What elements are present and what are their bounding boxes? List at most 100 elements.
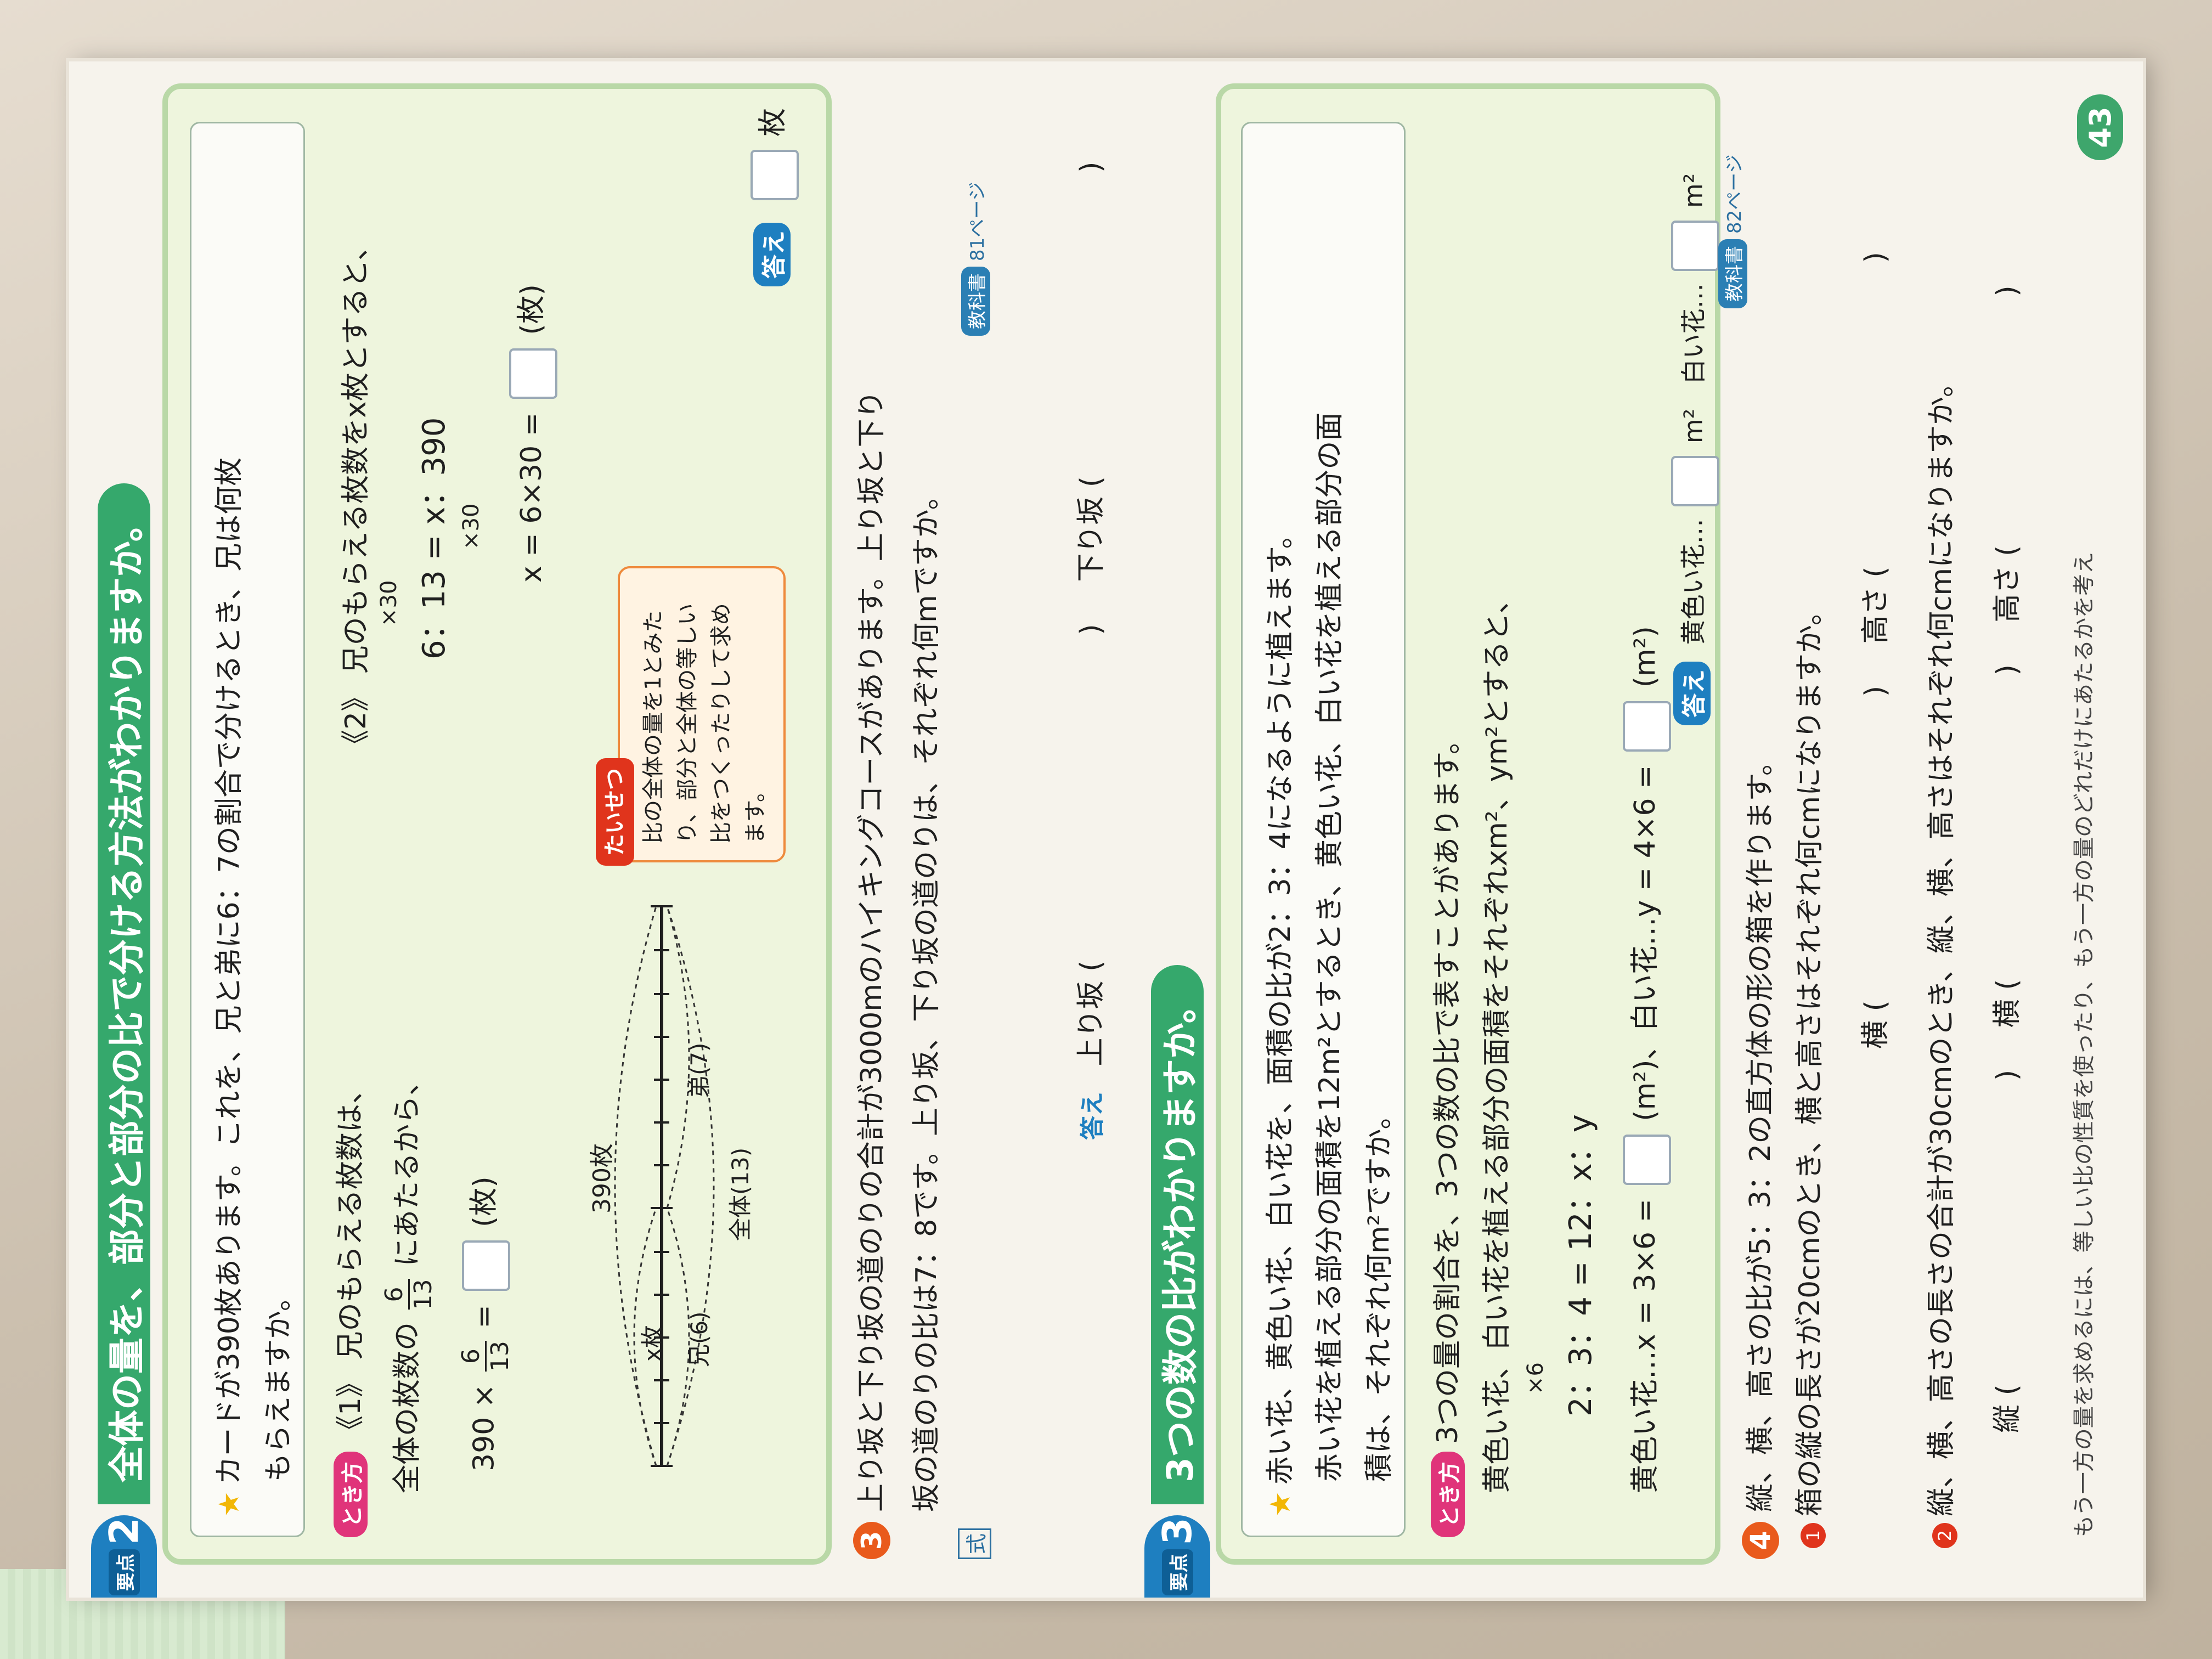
answer-unit: 枚 — [757, 108, 789, 137]
section3-method-line2: 黄色い花、白い花を植える部分の面積をそれぞれxm²、ym²とすると、 — [1481, 585, 1514, 1493]
q4-part1: 箱の縦の長さが20cmのとき、横と高さはそれぞれ何cmになりますか。 — [1793, 597, 1826, 1516]
q4-number: 4 — [1742, 1522, 1779, 1559]
q4-part2-answer-row: 縦 ( ) 横 ( ) 高さ ( ) — [1984, 285, 2025, 1433]
method1-calc-a: 390 × — [467, 1384, 501, 1471]
fraction-6-13: 6 13 — [380, 1279, 437, 1310]
method1-label-row: とき方 《1》 兄のもらえる枚数は、 — [327, 1075, 368, 1537]
q3-line1-row: 3 上り坂と下り坂の道のりの合計が3000mのハイキングコースがあります。上り坂と… — [848, 390, 890, 1559]
section3-equation: 2：3：4 = 12：x：y — [1563, 1114, 1599, 1417]
section2-number: 2 — [101, 1517, 147, 1545]
paren-close: ) — [1991, 285, 2024, 297]
paren-open: ( — [1991, 1384, 2024, 1396]
shiki-label: 式 — [958, 1528, 991, 1559]
q4-part2: 縦、横、高さの長さの合計が30cmのとき、縦、横、高さはそれぞれ何cmになります… — [1925, 369, 1958, 1516]
page-number: 43 — [2077, 94, 2123, 160]
takasa-label: 高さ — [1859, 586, 1892, 644]
method1-label: 《1》 兄のもらえる枚数は、 — [334, 1075, 367, 1444]
paren-open: ( — [1991, 979, 2024, 990]
section3-number: 3 — [1154, 1517, 1200, 1545]
answer-blank[interactable] — [1623, 701, 1671, 752]
takasa-label: 高さ — [1991, 565, 2024, 623]
diagram-otouto: 弟(7) — [686, 1042, 713, 1099]
method1-unit: (枚) — [467, 1176, 501, 1227]
paren-close: ) — [1859, 685, 1892, 697]
section2-kind: 要点 — [108, 1549, 140, 1596]
section3-method-row: とき方 3つの量の割合を、3つの数の比で表すことがあります。 — [1424, 726, 1465, 1537]
answer-blank[interactable] — [461, 1240, 510, 1291]
q4-part2-row: 2 縦、横、高さの長さの合計が30cmのとき、縦、横、高さはそれぞれ何cmになりま… — [1918, 369, 1959, 1548]
textbook-page: 要点 2 全体の量を、部分と部分の比で分ける方法がわかりますか。 ★ カードが39… — [69, 61, 2143, 1598]
q4-part1-row: 1 箱の縦の長さが20cmのとき、横と高さはそれぞれ何cmになりますか。 — [1786, 597, 1827, 1548]
section3-title: 3つの数の比がわかりますか。 — [1151, 965, 1204, 1504]
section3-answer-row: 答え 黄色い花… m² 白い花… m² — [1671, 173, 1719, 725]
answer-label: 答え — [1673, 662, 1711, 725]
answer-blank[interactable] — [751, 150, 799, 201]
unit-m2: (m²) — [1629, 626, 1662, 688]
paren-open: ( — [1075, 476, 1108, 488]
method2-x30-top: ×30 — [376, 580, 402, 627]
book-icon: 教科書 — [961, 267, 990, 336]
paren-open: ( — [1991, 545, 2024, 556]
star-icon: ★ — [213, 1491, 246, 1517]
q3-line2: 坂の道のりの比は7：8です。上り坂、下り坂の道のりは、それぞれ何mですか。 — [910, 481, 943, 1512]
q3-shiki-row: 式 — [958, 1528, 991, 1559]
method1-text-a: 全体の枚数の — [391, 1322, 424, 1493]
answer-blank[interactable] — [509, 348, 557, 399]
section3-problem: ★ 赤い花、黄色い花、白い花を、面積の比が2：3：4になるように植えます。 赤い花… — [1241, 122, 1406, 1537]
answer-label: 答え — [1079, 1092, 1107, 1140]
method1-text-b: にあたるから、 — [391, 1066, 424, 1267]
section2-problem-line2: もらえますか。 — [262, 1283, 295, 1482]
method2-x30-bottom: ×30 — [459, 503, 484, 550]
section2-title: 全体の量を、部分と部分の比で分ける方法がわかりますか。 — [98, 483, 150, 1504]
paren-open: ( — [1859, 1000, 1892, 1012]
paren-close: ) — [1991, 664, 2024, 676]
section3-x6: ×6 — [1523, 1362, 1548, 1395]
section3-line1: 赤い花、黄色い花、白い花を、面積の比が2：3：4になるように植えます。 — [1264, 520, 1297, 1485]
fraction-denominator: 13 — [409, 1279, 437, 1310]
q4-part2-number: 2 — [1932, 1523, 1957, 1548]
paren-open: ( — [1075, 960, 1108, 972]
q4-part1-answer-row: 横 ( ) 高さ ( ) — [1852, 252, 1893, 1049]
fraction-6-13-calc: 6 13 — [457, 1341, 514, 1372]
section3-method-line1: 3つの量の割合を、3つの数の比で表すことがあります。 — [1431, 726, 1464, 1444]
method2-unit: (枚) — [515, 284, 548, 335]
answer-label: 答え — [753, 223, 791, 286]
section2-box: ★カードが390枚あります。これを、兄と弟に6：7の割合で分けるとき、兄は何枚 … — [162, 83, 832, 1565]
note-text: 比の全体の量を1とみたり、部分と全体の等しい比をつくったりして求めます。 — [641, 603, 768, 844]
paren-close: ) — [1991, 1069, 2024, 1081]
paren-close: ) — [1075, 161, 1108, 173]
section2-tag: 要点 2 — [91, 1515, 157, 1598]
paren-open: ( — [1859, 566, 1892, 578]
answer-yellow-label: 黄色い花… — [1678, 518, 1708, 645]
section2-banner: 要点 2 全体の量を、部分と部分の比で分ける方法がわかりますか。 — [91, 483, 157, 1598]
diagram-ani: 兄(6) — [686, 1311, 713, 1368]
star-icon: ★ — [1264, 1491, 1297, 1517]
q3-number: 3 — [853, 1522, 890, 1559]
answer-blank[interactable] — [1623, 1135, 1671, 1186]
book-page-ref: 82ページ — [1724, 154, 1746, 234]
section3-box: ★ 赤い花、黄色い花、白い花を、面積の比が2：3：4になるように植えます。 赤い花… — [1216, 83, 1747, 1565]
tate-label: 縦 — [1991, 1404, 2024, 1433]
section3-banner: 要点 3 3つの数の比がわかりますか。 — [1144, 965, 1210, 1598]
fraction-numerator: 6 — [380, 1286, 408, 1302]
method2-calc-row: x = 6×30 = (枚) — [508, 284, 557, 583]
section3-kind: 要点 — [1161, 1549, 1193, 1596]
answer-white-label: 白い花… — [1678, 283, 1708, 385]
fraction-numerator: 6 — [457, 1348, 485, 1364]
section3-calc-row: 黄色い花…x = 3×6 = (m²)、白い花…y = 4×6 = (m²) — [1622, 626, 1671, 1493]
white-calc: (m²)、白い花…y = 4×6 = — [1629, 765, 1662, 1121]
note-heading: たいせつ — [596, 758, 634, 866]
section3-tag: 要点 3 — [1144, 1515, 1210, 1598]
q3-line1: 上り坂と下り坂の道のりの合計が3000mのハイキングコースがあります。上り坂と下… — [855, 390, 888, 1512]
diagram-total-top: 390枚 — [588, 1143, 616, 1214]
method-label: とき方 — [334, 1452, 368, 1537]
method2-label: 《2》 兄のもらえる枚数をx枚とすると、 — [340, 232, 373, 758]
paren-close: ) — [1859, 252, 1892, 263]
yoko-label: 横 — [1859, 1020, 1892, 1049]
q3-book-ref: 教科書 81ページ — [958, 182, 991, 336]
q3-answer-row: 答え 上り坂 ( ) 下り坂 ( ) — [1068, 162, 1109, 1148]
method2-equation: 6：13 = x：390 — [416, 417, 452, 659]
answer-blank[interactable] — [1671, 455, 1719, 506]
section2-problem-line1: カードが390枚あります。これを、兄と弟に6：7の割合で分けるとき、兄は何枚 — [213, 457, 246, 1485]
answer-blank[interactable] — [1671, 220, 1719, 271]
